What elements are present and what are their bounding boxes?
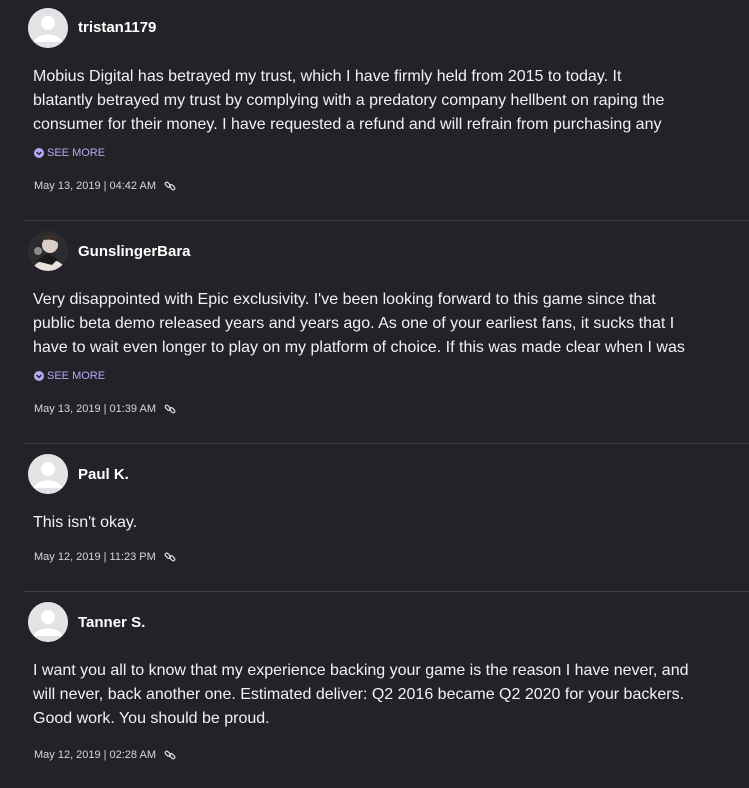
meta-separator: | [103,749,107,761]
comment-body-line: will never, back another one. Estimated … [33,686,685,703]
comment-body-line: public beta demo released years and year… [33,315,675,332]
comment-body-line: have to wait even longer to play on my p… [33,339,685,356]
link-icon[interactable] [164,180,176,192]
comment-time: 02:28 AM [109,749,156,761]
see-more-button[interactable]: SEE MORE [34,147,105,159]
link-icon[interactable] [164,403,176,415]
comment-body: This isn't okay. [33,511,733,535]
comment-body: Mobius Digital has betrayed my trust, wh… [33,65,733,137]
comment-body: I want you all to know that my experienc… [33,659,733,731]
comment-time: 01:39 AM [109,403,156,415]
default-avatar-icon [28,8,68,48]
comment-divider [24,591,749,592]
comment-date: May 13, 2019 [34,180,101,192]
comment-meta: May 13, 2019 | 01:39 AM [34,403,176,415]
comment-body: Very disappointed with Epic exclusivity.… [33,288,733,360]
username[interactable]: Tanner S. [78,614,145,631]
comment-date: May 13, 2019 [34,403,101,415]
comment-time: 04:42 AM [109,180,156,192]
link-icon[interactable] [164,551,176,563]
comment-body-line: This isn't okay. [33,514,138,531]
comment-date: May 12, 2019 [34,749,101,761]
user-photo-avatar [28,231,68,271]
default-avatar-icon [28,602,68,642]
default-avatar-icon [28,454,68,494]
comment-date: May 12, 2019 [34,551,101,563]
comment-time: 11:23 PM [109,551,156,563]
username[interactable]: Paul K. [78,466,129,483]
avatar[interactable] [28,231,68,271]
meta-separator: | [103,403,107,415]
username[interactable]: GunslingerBara [78,243,191,260]
avatar[interactable] [28,602,68,642]
comment-meta: May 12, 2019 | 11:23 PM [34,551,176,563]
see-more-label: SEE MORE [47,370,106,382]
meta-separator: | [103,180,107,192]
comment-body-line: Mobius Digital has betrayed my trust, wh… [33,68,622,85]
comment-body-line: Very disappointed with Epic exclusivity.… [33,291,656,308]
chevron-down-icon [34,148,44,158]
comment-meta: May 12, 2019 | 02:28 AM [34,749,176,761]
see-more-button[interactable]: SEE MORE [34,370,105,382]
comment-meta: May 13, 2019 | 04:42 AM [34,180,176,192]
comment-body-line: I want you all to know that my experienc… [33,662,689,679]
comment-divider [24,443,749,444]
comment-feed: tristan1179 Mobius Digital has betrayed … [0,0,749,788]
link-icon[interactable] [164,749,176,761]
username[interactable]: tristan1179 [78,19,156,36]
avatar[interactable] [28,8,68,48]
meta-separator: | [103,551,107,563]
comment-body-line: Good work. You should be proud. [33,710,270,727]
avatar[interactable] [28,454,68,494]
see-more-label: SEE MORE [47,147,106,159]
comment-body-line: blatantly betrayed my trust by complying… [33,92,665,109]
comment-body-line: consumer for their money. I have request… [33,116,662,133]
comment-divider [24,220,749,221]
chevron-down-icon [34,371,44,381]
